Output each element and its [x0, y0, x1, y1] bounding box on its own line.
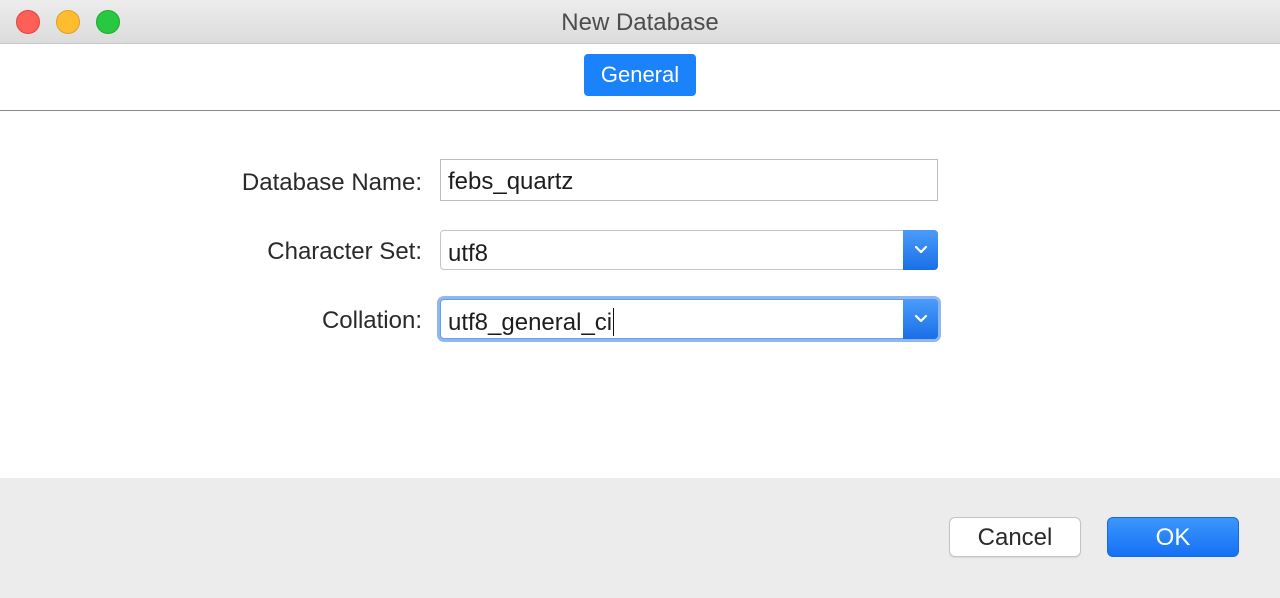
database-name-input[interactable]: febs_quartz: [440, 159, 938, 201]
ok-button[interactable]: OK: [1107, 517, 1239, 557]
character-set-label: Character Set:: [267, 238, 422, 265]
chevron-down-icon[interactable]: [903, 230, 938, 270]
cancel-button[interactable]: Cancel: [949, 517, 1081, 557]
collation-select[interactable]: utf8_general_ci: [440, 299, 938, 339]
chevron-down-icon[interactable]: [903, 299, 938, 339]
new-database-dialog: New Database General Database Name: febs…: [0, 0, 1280, 598]
window-title: New Database: [561, 9, 719, 36]
dialog-footer: Cancel OK: [0, 478, 1280, 598]
tab-bar: General: [0, 44, 1280, 111]
character-set-value: utf8: [448, 240, 489, 267]
text-caret: [613, 307, 615, 336]
title-bar: New Database: [0, 0, 1280, 44]
collation-value: utf8_general_ci: [448, 309, 613, 336]
character-set-select[interactable]: utf8: [440, 230, 938, 270]
tab-general[interactable]: General: [584, 54, 696, 96]
collation-label: Collation:: [321, 307, 422, 334]
database-name-label: Database Name:: [241, 169, 422, 196]
general-form: Database Name: febs_quartz Character Set…: [0, 111, 1280, 478]
